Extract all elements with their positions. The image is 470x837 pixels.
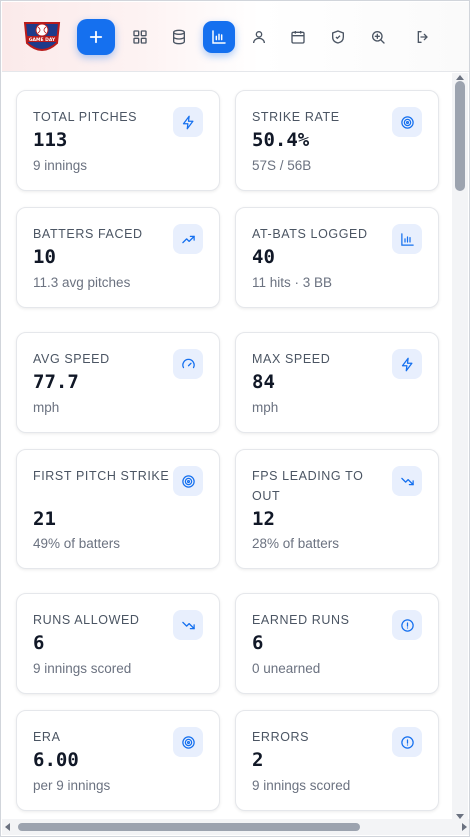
card-label: TOTAL PITCHES [33,110,138,124]
trending-down-icon [173,610,203,640]
card-value: 6 [33,632,45,654]
stat-card-fps-leading-to-out: FPS LEADING TO OUT 12 28% of batters [235,449,439,569]
card-value: 50.4% [252,129,310,151]
stat-card-at-bats-logged: AT-BATS LOGGED 40 11 hits · 3 BB [235,207,439,308]
card-value: 10 [33,246,56,268]
alert-circle-icon [392,727,422,757]
card-value: 2 [252,749,264,771]
calendar-icon [291,31,305,44]
card-label: EARNED RUNS [252,613,350,627]
card-value: 40 [252,246,275,268]
nav-dashboard-button[interactable] [125,22,155,52]
scroll-right-arrow-icon[interactable] [462,823,467,831]
stat-card-errors: ERRORS 2 9 innings scored [235,710,439,811]
card-label: RUNS ALLOWED [33,613,140,627]
horizontal-scroll-thumb[interactable] [18,823,360,831]
scroll-left-arrow-icon[interactable] [5,823,10,831]
vertical-scroll-thumb[interactable] [455,81,465,191]
card-label: ERRORS [252,730,310,744]
card-label: MAX SPEED [252,352,331,366]
card-subtext: 9 innings scored [252,778,351,793]
card-label: STRIKE RATE [252,110,340,124]
grid-icon [133,30,147,44]
card-subtext: 49% of batters [33,536,121,551]
zap-icon [173,107,203,137]
card-subtext: 9 innings [33,158,88,173]
stat-card-strike-rate: STRIKE RATE 50.4% 57S / 56B [235,90,439,191]
stat-card-total-pitches: TOTAL PITCHES 113 9 innings [16,90,220,191]
svg-text:GAME DAY: GAME DAY [29,37,56,43]
card-subtext: per 9 innings [33,778,111,793]
stat-card-batters-faced: BATTERS FACED 10 11.3 avg pitches [16,207,220,308]
zap-icon [392,349,422,379]
card-label: FIRST PITCH STRIKE [33,469,170,483]
card-label: AT-BATS LOGGED [252,227,368,241]
card-value: 12 [252,508,275,530]
target-icon [392,107,422,137]
card-subtext: mph [252,400,279,415]
horizontal-scrollbar[interactable] [2,819,469,835]
card-subtext: 11.3 avg pitches [33,275,131,290]
card-label: AVG SPEED [33,352,110,366]
target-icon [173,466,203,496]
user-icon [253,31,265,44]
card-value: 6.00 [33,749,79,771]
nav-database-button[interactable] [164,22,194,52]
log-out-icon [417,31,428,43]
stat-card-earned-runs: EARNED RUNS 6 0 unearned [235,593,439,694]
card-subtext: 57S / 56B [252,158,312,173]
shield-check-icon [332,30,344,44]
card-subtext: 0 unearned [252,661,321,676]
card-label: BATTERS FACED [33,227,143,241]
stats-content-area: TOTAL PITCHES 113 9 innings STRIKE RATE … [1,73,453,821]
card-label: ERA [33,730,61,744]
card-subtext: 28% of batters [252,536,340,551]
trending-up-icon [173,224,203,254]
card-value: 6 [252,632,264,654]
app-window: GAME DAY TOTAL PITCHES 113 9 innings STR… [0,0,470,837]
stat-card-runs-allowed: RUNS ALLOWED 6 9 innings scored [16,593,220,694]
bar-chart-icon [212,30,226,44]
card-subtext: mph [33,400,60,415]
alert-circle-icon [392,610,422,640]
zoom-in-icon [372,31,385,44]
card-value: 21 [33,508,56,530]
vertical-scrollbar[interactable] [452,73,468,821]
nav-schedule-button[interactable] [283,22,313,52]
stat-card-first-pitch-strike: FIRST PITCH STRIKE 21 49% of batters [16,449,220,569]
card-subtext: 11 hits · 3 BB [252,275,333,290]
logout-button[interactable] [408,22,438,52]
gauge-icon [173,349,203,379]
stat-card-avg-speed: AVG SPEED 77.7 mph [16,332,220,433]
database-icon [173,29,185,45]
team-logo[interactable]: GAME DAY [21,17,63,57]
card-value: 84 [252,371,275,393]
trending-down-icon [392,466,422,496]
card-label: FPS LEADING TO OUT [252,469,364,503]
stat-card-max-speed: MAX SPEED 84 mph [235,332,439,433]
card-value: 113 [33,129,68,151]
nav-search-button[interactable] [363,22,393,52]
bar-chart-icon [392,224,422,254]
plus-icon [89,30,103,44]
nav-security-button[interactable] [323,22,353,52]
add-button[interactable] [77,19,115,55]
nav-stats-button[interactable] [203,21,235,53]
card-subtext: 9 innings scored [33,661,132,676]
card-value: 77.7 [33,371,79,393]
stat-card-era: ERA 6.00 per 9 innings [16,710,220,811]
nav-player-button[interactable] [244,22,274,52]
target-icon [173,727,203,757]
top-navigation-bar: GAME DAY [2,2,469,72]
scroll-up-arrow-icon[interactable] [456,75,464,80]
